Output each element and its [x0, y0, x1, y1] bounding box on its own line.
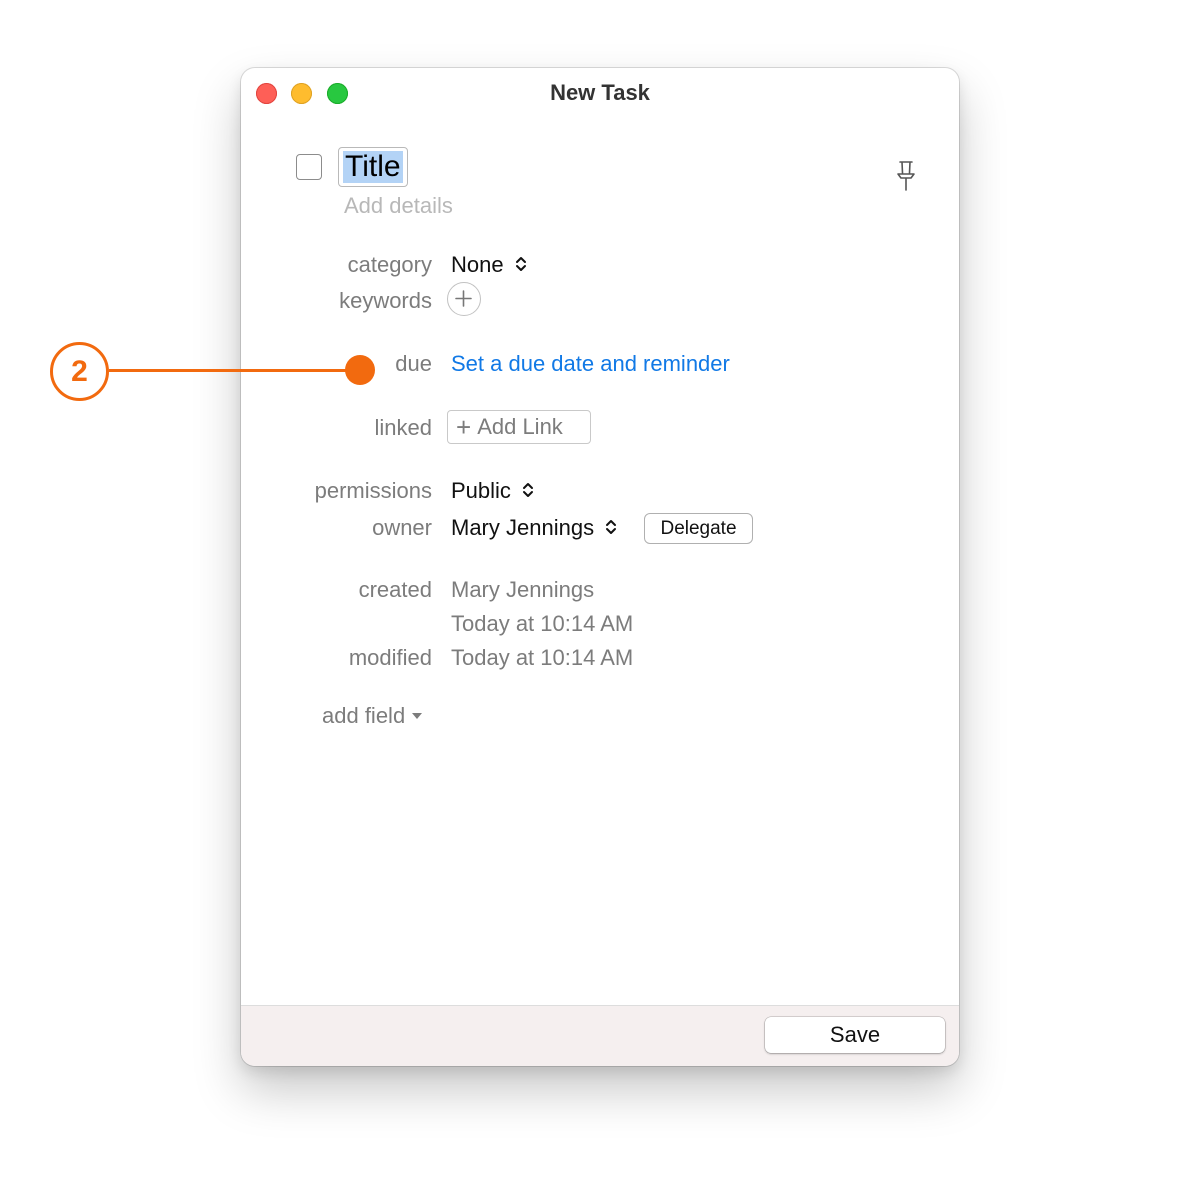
keywords-label: keywords: [339, 288, 432, 313]
callout-line: [109, 369, 359, 372]
permissions-value: Public: [451, 478, 511, 503]
owner-label: owner: [372, 515, 432, 540]
callout-number-badge: 2: [50, 342, 109, 401]
set-due-date-link[interactable]: Set a due date and reminder: [451, 351, 730, 377]
category-value: None: [451, 252, 504, 277]
window-footer: Save: [241, 1005, 959, 1066]
due-label: due: [395, 351, 432, 376]
add-keyword-button[interactable]: [447, 282, 481, 316]
category-popup[interactable]: None: [451, 252, 528, 278]
owner-value: Mary Jennings: [451, 515, 595, 540]
save-button[interactable]: Save: [765, 1017, 945, 1053]
task-complete-checkbox[interactable]: [296, 154, 322, 180]
caret-down-icon: [412, 713, 423, 719]
owner-popup[interactable]: Mary Jennings: [451, 515, 618, 541]
add-link-label: Add Link: [477, 414, 563, 439]
permissions-label: permissions: [314, 478, 432, 503]
add-link-button[interactable]: + Add Link: [447, 410, 591, 444]
modified-label: modified: [348, 645, 432, 670]
created-label: created: [358, 577, 432, 602]
plus-icon: [455, 290, 472, 307]
permissions-popup[interactable]: Public: [451, 478, 535, 504]
task-title-text: Title: [343, 150, 403, 183]
created-time: Today at 10:14 AM: [451, 611, 634, 636]
chevron-updown-icon: [606, 520, 617, 534]
category-label: category: [347, 252, 432, 277]
new-task-window: New Task Title Add details category None…: [241, 68, 959, 1066]
callout-dot: [345, 355, 375, 385]
task-title-field[interactable]: Title: [338, 147, 408, 187]
chevron-updown-icon: [523, 483, 534, 497]
details-placeholder[interactable]: Add details: [344, 193, 453, 219]
created-by: Mary Jennings: [451, 577, 595, 602]
pin-icon[interactable]: [894, 159, 918, 193]
add-field-label: add field: [322, 703, 406, 728]
linked-label: linked: [374, 415, 432, 440]
chevron-updown-icon: [515, 257, 526, 271]
plus-icon: +: [456, 412, 472, 442]
window-title: New Task: [550, 80, 650, 105]
add-field-menu[interactable]: add field: [322, 703, 423, 729]
delegate-button[interactable]: Delegate: [644, 513, 753, 544]
modified-time: Today at 10:14 AM: [451, 645, 634, 670]
